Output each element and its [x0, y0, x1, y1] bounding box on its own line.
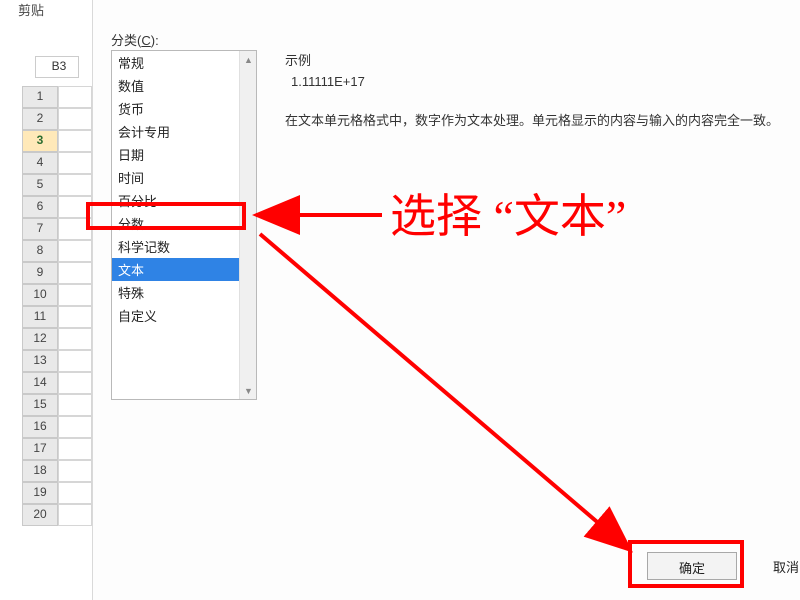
cancel-button[interactable]: 取消: [773, 552, 800, 580]
cell[interactable]: [58, 394, 92, 416]
annotation-box-text-item: [86, 202, 246, 230]
sheet-row: 5: [22, 174, 92, 196]
format-cells-dialog: 分类(C): 常规数值货币会计专用日期时间百分比分数科学记数文本特殊自定义 ▲ …: [92, 0, 800, 600]
example-label: 示例: [285, 50, 311, 69]
sheet-row: 4: [22, 152, 92, 174]
row-header[interactable]: 11: [22, 306, 58, 328]
row-header[interactable]: 4: [22, 152, 58, 174]
row-header[interactable]: 3: [22, 130, 58, 152]
sheet-row: 10: [22, 284, 92, 306]
sheet-row: 18: [22, 460, 92, 482]
sheet-row: 9: [22, 262, 92, 284]
row-header[interactable]: 9: [22, 262, 58, 284]
sheet-row: 7: [22, 218, 92, 240]
scroll-down-icon[interactable]: ▼: [240, 382, 257, 399]
row-header[interactable]: 18: [22, 460, 58, 482]
category-item[interactable]: 科学记数: [112, 235, 256, 258]
row-header[interactable]: 2: [22, 108, 58, 130]
category-item[interactable]: 特殊: [112, 281, 256, 304]
cell[interactable]: [58, 130, 92, 152]
sheet-row: 11: [22, 306, 92, 328]
sheet-row: 15: [22, 394, 92, 416]
row-header[interactable]: 16: [22, 416, 58, 438]
cell[interactable]: [58, 262, 92, 284]
category-item[interactable]: 时间: [112, 166, 256, 189]
sheet-row: 12: [22, 328, 92, 350]
name-box[interactable]: B3: [35, 56, 79, 78]
cell[interactable]: [58, 372, 92, 394]
cell[interactable]: [58, 240, 92, 262]
cell[interactable]: [58, 152, 92, 174]
sheet-row: 17: [22, 438, 92, 460]
cell[interactable]: [58, 284, 92, 306]
sheet-row: 13: [22, 350, 92, 372]
category-item[interactable]: 文本: [112, 258, 256, 281]
cell[interactable]: [58, 482, 92, 504]
row-header[interactable]: 19: [22, 482, 58, 504]
category-item[interactable]: 数值: [112, 74, 256, 97]
cell[interactable]: [58, 306, 92, 328]
cell[interactable]: [58, 504, 92, 526]
scroll-up-icon[interactable]: ▲: [240, 51, 257, 68]
row-header[interactable]: 10: [22, 284, 58, 306]
row-header[interactable]: 6: [22, 196, 58, 218]
cell[interactable]: [58, 86, 92, 108]
sheet-row: 19: [22, 482, 92, 504]
format-description: 在文本单元格格式中，数字作为文本处理。单元格显示的内容与输入的内容完全一致。: [285, 110, 800, 132]
sheet-row: 6: [22, 196, 92, 218]
sheet-grid: 1234567891011121314151617181920: [22, 86, 92, 526]
row-header[interactable]: 12: [22, 328, 58, 350]
row-header[interactable]: 7: [22, 218, 58, 240]
sheet-row: 16: [22, 416, 92, 438]
row-header[interactable]: 5: [22, 174, 58, 196]
row-header[interactable]: 20: [22, 504, 58, 526]
row-header[interactable]: 14: [22, 372, 58, 394]
annotation-instruction: 选择 “文本”: [390, 180, 626, 246]
cell[interactable]: [58, 174, 92, 196]
category-item[interactable]: 常规: [112, 51, 256, 74]
spreadsheet-fragment: 剪贴 B3 1234567891011121314151617181920: [0, 0, 92, 600]
cell[interactable]: [58, 108, 92, 130]
category-item[interactable]: 会计专用: [112, 120, 256, 143]
ribbon-clipboard-label: 剪贴: [18, 0, 44, 19]
sheet-row: 20: [22, 504, 92, 526]
cell[interactable]: [58, 350, 92, 372]
category-label: 分类(C):: [111, 30, 159, 49]
sheet-row: 3: [22, 130, 92, 152]
row-header[interactable]: 8: [22, 240, 58, 262]
sheet-row: 8: [22, 240, 92, 262]
category-item[interactable]: 货币: [112, 97, 256, 120]
example-value: 1.11111E+17: [285, 70, 785, 93]
row-header[interactable]: 17: [22, 438, 58, 460]
row-header[interactable]: 1: [22, 86, 58, 108]
cell[interactable]: [58, 460, 92, 482]
row-header[interactable]: 13: [22, 350, 58, 372]
annotation-box-ok-button: [628, 540, 744, 588]
category-item[interactable]: 日期: [112, 143, 256, 166]
category-item[interactable]: 自定义: [112, 304, 256, 327]
sheet-row: 14: [22, 372, 92, 394]
cell[interactable]: [58, 438, 92, 460]
sheet-row: 1: [22, 86, 92, 108]
cell[interactable]: [58, 328, 92, 350]
row-header[interactable]: 15: [22, 394, 58, 416]
cell[interactable]: [58, 416, 92, 438]
sheet-row: 2: [22, 108, 92, 130]
